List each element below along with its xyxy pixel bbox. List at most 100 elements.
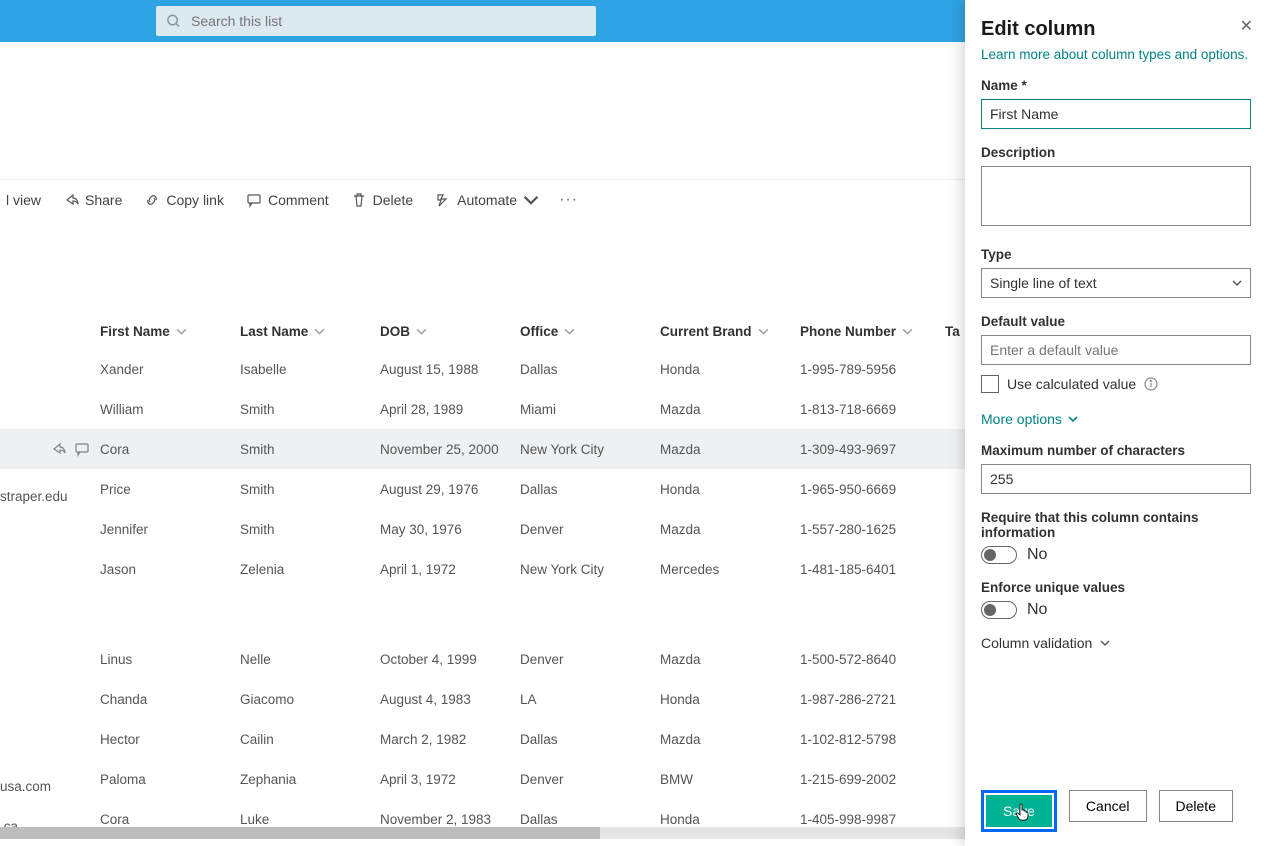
more-options-toggle[interactable]: More options	[981, 411, 1251, 427]
search-box[interactable]	[156, 6, 596, 36]
cell-first-name: Jennifer	[100, 522, 240, 537]
comment-button[interactable]: Comment	[244, 188, 331, 212]
search-input[interactable]	[191, 13, 586, 29]
cell-office: New York City	[520, 562, 660, 577]
cancel-button[interactable]: Cancel	[1069, 790, 1147, 822]
description-input[interactable]	[981, 166, 1251, 226]
cell-phone: 1-215-699-2002	[800, 772, 945, 787]
max-chars-input[interactable]	[981, 464, 1251, 494]
chevron-down-icon	[1100, 638, 1110, 648]
delete-button[interactable]: Delete	[349, 188, 415, 212]
cell-brand: Mazda	[660, 522, 800, 537]
type-value: Single line of text	[990, 275, 1097, 291]
unique-toggle[interactable]	[981, 601, 1017, 619]
cell-last-name: Zephania	[240, 772, 380, 787]
col-first-name[interactable]: First Name	[100, 324, 240, 339]
cell-last-name: Isabelle	[240, 362, 380, 377]
default-value-input[interactable]	[981, 335, 1251, 365]
share-icon[interactable]	[50, 441, 66, 457]
view-button[interactable]: l view	[4, 188, 43, 212]
chevron-down-icon	[564, 326, 575, 337]
cell-office: New York City	[520, 442, 660, 457]
cell-brand: Mercedes	[660, 562, 800, 577]
cell-brand: Mazda	[660, 442, 800, 457]
column-validation-toggle[interactable]: Column validation	[981, 635, 1251, 651]
cell-first-name: Cora	[100, 812, 240, 827]
cell-dob: March 2, 1982	[380, 732, 520, 747]
info-icon[interactable]	[1144, 377, 1158, 391]
require-toggle[interactable]	[981, 546, 1017, 564]
cell-brand: Honda	[660, 362, 800, 377]
cell-dob: April 1, 1972	[380, 562, 520, 577]
cell-last-name: Luke	[240, 812, 380, 827]
cell-office: Dallas	[520, 812, 660, 827]
save-button[interactable]: Save	[986, 795, 1052, 827]
copy-link-button[interactable]: Copy link	[142, 188, 226, 212]
cell-dob: August 15, 1988	[380, 362, 520, 377]
col-office[interactable]: Office	[520, 324, 660, 339]
chevron-down-icon	[523, 192, 539, 208]
cell-last-name: Cailin	[240, 732, 380, 747]
cell-first-name: Price	[100, 482, 240, 497]
cell-office: Denver	[520, 522, 660, 537]
chevron-down-icon	[416, 326, 427, 337]
type-select[interactable]: Single line of text	[981, 268, 1251, 298]
h-scrollbar-thumb[interactable]	[0, 827, 600, 839]
unique-state: No	[1027, 601, 1047, 619]
cell-phone: 1-481-185-6401	[800, 562, 945, 577]
cell-last-name: Nelle	[240, 652, 380, 667]
cell-phone: 1-557-280-1625	[800, 522, 945, 537]
cell-dob: August 29, 1976	[380, 482, 520, 497]
more-actions-button[interactable]: ···	[559, 191, 578, 209]
cell-first-name: Paloma	[100, 772, 240, 787]
cell-first-name: Linus	[100, 652, 240, 667]
cell-first-name: Cora	[100, 442, 240, 457]
comment-icon[interactable]	[74, 441, 90, 457]
cell-first-name: William	[100, 402, 240, 417]
email-partial: usa.com	[0, 779, 51, 794]
chevron-down-icon	[758, 326, 769, 337]
learn-more-link[interactable]: Learn more about column types and option…	[981, 47, 1251, 62]
comment-label: Comment	[268, 192, 329, 208]
cell-phone: 1-102-812-5798	[800, 732, 945, 747]
cell-first-name: Chanda	[100, 692, 240, 707]
cell-last-name: Giacomo	[240, 692, 380, 707]
chevron-down-icon	[1068, 414, 1078, 424]
cell-last-name: Smith	[240, 482, 380, 497]
name-label: Name *	[981, 78, 1251, 93]
name-input[interactable]	[981, 99, 1251, 129]
col-dob[interactable]: DOB	[380, 324, 520, 339]
automate-button[interactable]: Automate	[433, 188, 541, 212]
save-highlight: Save	[981, 790, 1057, 832]
require-label: Require that this column contains inform…	[981, 510, 1251, 540]
use-calculated-checkbox[interactable]: Use calculated value	[981, 375, 1251, 393]
max-chars-label: Maximum number of characters	[981, 443, 1251, 458]
share-button[interactable]: Share	[61, 188, 124, 212]
cell-dob: April 3, 1972	[380, 772, 520, 787]
cell-brand: Honda	[660, 692, 800, 707]
cell-office: Denver	[520, 652, 660, 667]
cell-brand: Mazda	[660, 652, 800, 667]
cell-office: Dallas	[520, 732, 660, 747]
email-partial: straper.edu	[0, 489, 68, 504]
cell-phone: 1-813-718-6669	[800, 402, 945, 417]
panel-delete-button[interactable]: Delete	[1159, 790, 1233, 822]
panel-title: Edit column	[981, 18, 1251, 41]
automate-icon	[435, 192, 451, 208]
link-icon	[144, 192, 160, 208]
cell-dob: April 28, 1989	[380, 402, 520, 417]
col-phone-number[interactable]: Phone Number	[800, 324, 945, 339]
cursor-hand-icon	[1015, 802, 1033, 822]
col-last-name[interactable]: Last Name	[240, 324, 380, 339]
cell-last-name: Zelenia	[240, 562, 380, 577]
col-current-brand[interactable]: Current Brand	[660, 324, 800, 339]
cell-dob: August 4, 1983	[380, 692, 520, 707]
cell-dob: May 30, 1976	[380, 522, 520, 537]
cell-brand: Honda	[660, 482, 800, 497]
cell-dob: November 25, 2000	[380, 442, 520, 457]
cell-office: Dallas	[520, 362, 660, 377]
chevron-down-icon	[176, 326, 187, 337]
delete-label: Delete	[373, 192, 413, 208]
type-label: Type	[981, 247, 1251, 262]
close-icon[interactable]: ✕	[1240, 16, 1253, 36]
